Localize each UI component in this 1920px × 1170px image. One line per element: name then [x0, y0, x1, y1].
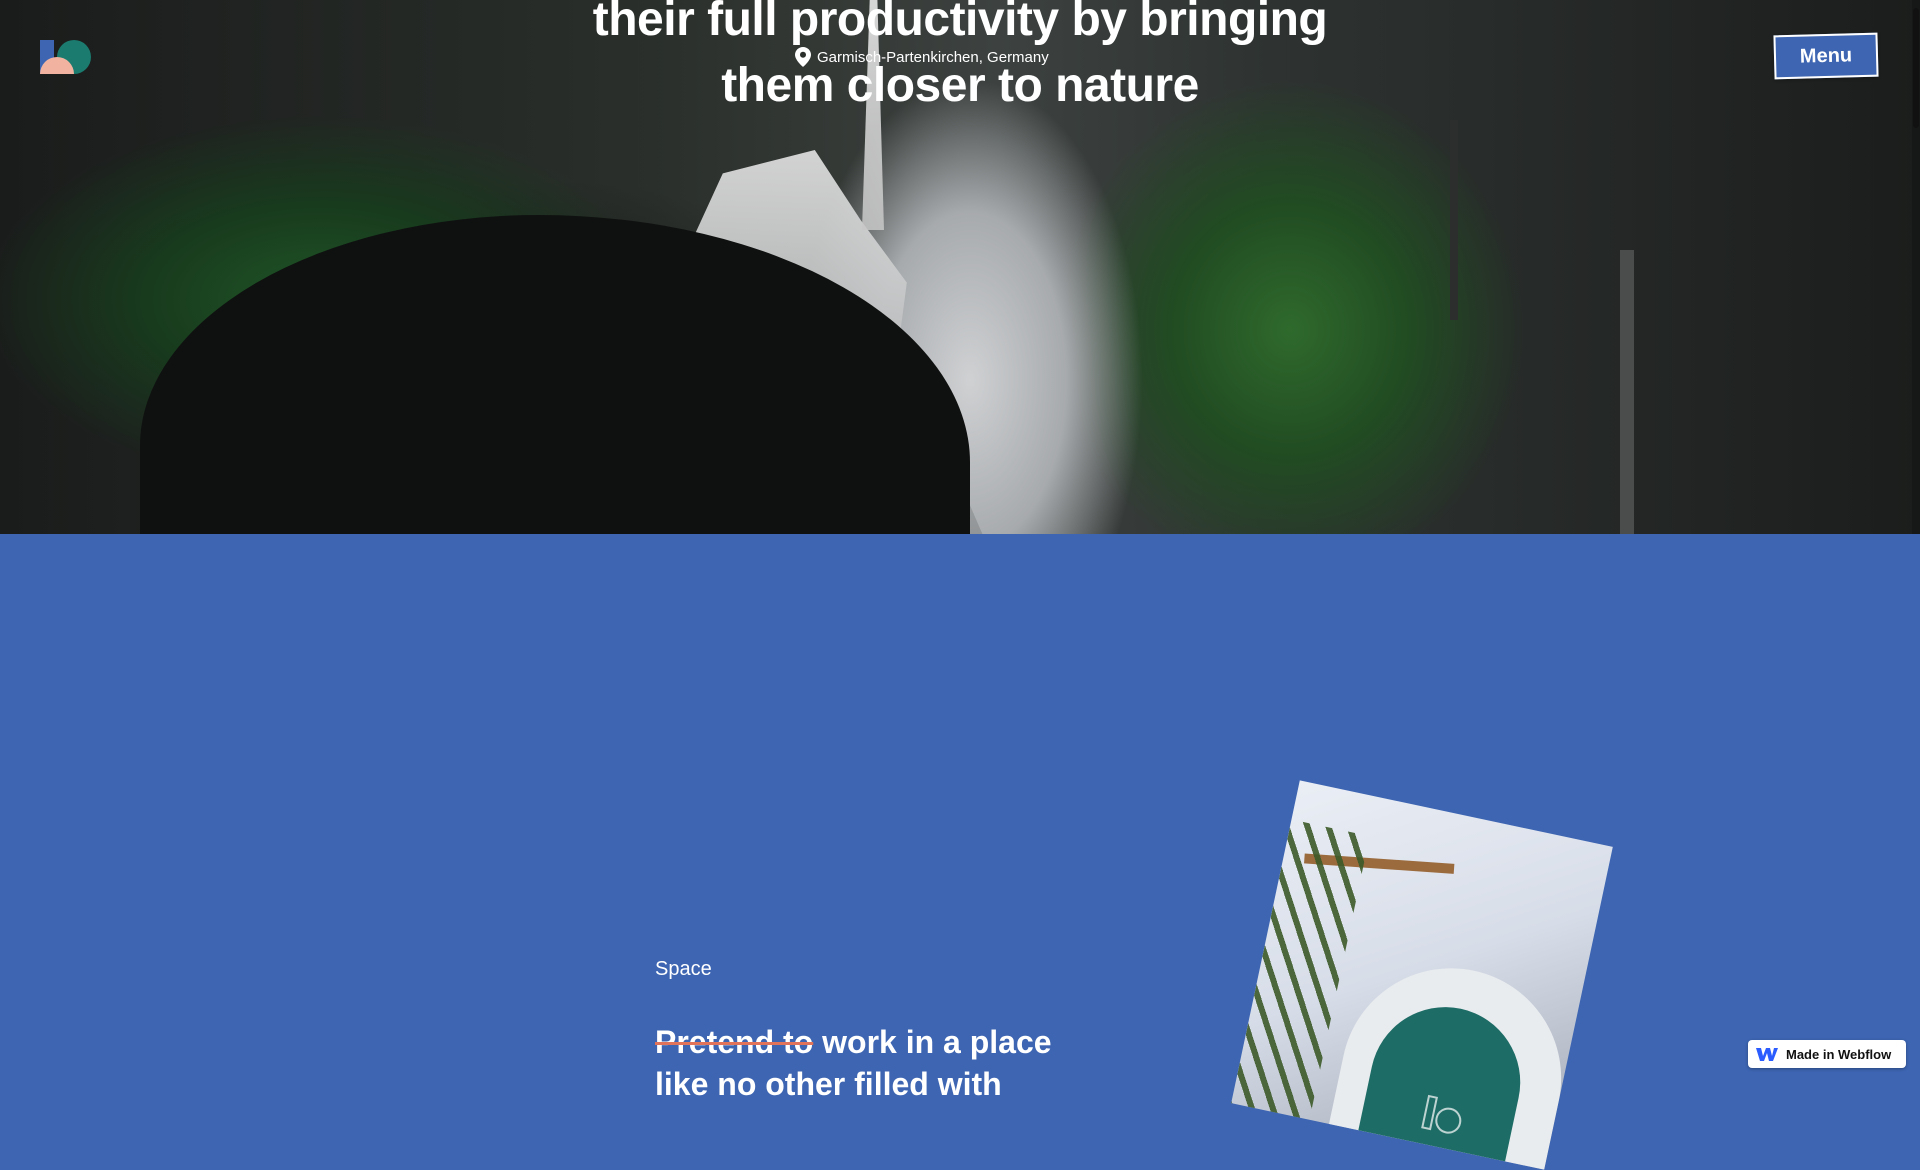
menu-button[interactable]: Menu	[1773, 32, 1879, 80]
pin-icon	[795, 47, 811, 67]
space-photo	[1231, 780, 1613, 1170]
location-tag: Garmisch-Partenkirchen, Germany	[795, 47, 1049, 67]
webflow-icon	[1756, 1046, 1778, 1062]
location-text: Garmisch-Partenkirchen, Germany	[817, 48, 1049, 66]
hero-title-line-1: their full productivity by bringing	[592, 0, 1328, 46]
webflow-badge-label: Made in Webflow	[1786, 1046, 1892, 1062]
space-headline-line-2: like no other filled with	[655, 1066, 1002, 1102]
headline-strikethrough-text: Pretend to	[655, 1024, 814, 1060]
scrollbar-thumb[interactable]	[1913, 8, 1919, 128]
headline-text: work in a place	[813, 1024, 1052, 1060]
scrollbar-track[interactable]	[1912, 0, 1920, 534]
space-headline: Pretend to work in a place	[655, 1024, 1052, 1061]
logo-icon[interactable]	[40, 40, 92, 74]
hero-rail-shape	[1450, 120, 1458, 320]
section-label: Space	[655, 958, 712, 980]
hero-post-shape	[1620, 250, 1634, 534]
made-in-webflow-badge[interactable]: Made in Webflow	[1748, 1040, 1906, 1068]
hero-section: their full productivity by bringing them…	[0, 0, 1920, 534]
